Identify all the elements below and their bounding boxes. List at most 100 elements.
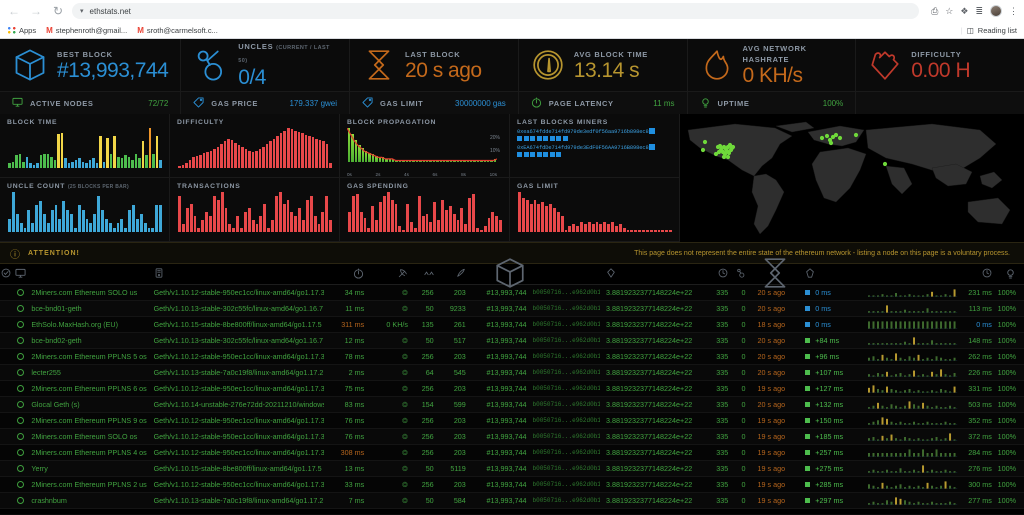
table-row[interactable]: 2Miners.com Ethereum SOLO us Geth/v1.10.1… [0,285,1024,301]
node-propagation-chart [868,416,959,426]
table-row[interactable]: EthSolo.MaxHash.org (EU) Geth/v1.10.15-st… [0,317,1024,333]
bar [11,161,15,168]
bar [487,218,491,232]
extensions-puzzle-icon[interactable]: ❖ [960,6,968,17]
bookmark-gmail-work[interactable]: M sroth@carmelsoft.c... [137,26,218,35]
node-name[interactable]: 2Miners.com Ethereum SOLO os [27,432,153,441]
table-row[interactable]: 2Miners.com Ethereum PPLNS 5 os Geth/v1.1… [0,349,1024,365]
bar [32,164,36,168]
bar [298,208,301,232]
bar [92,158,95,168]
propagation-swatch [805,354,811,359]
table-row[interactable]: Yerry Geth/v1.10.15-stable-8be800ff/linux… [0,461,1024,477]
block-square [556,152,561,157]
bar [135,218,139,232]
table-row[interactable]: bce-bnd02-geth Geth/v1.10.13-stable-302c5… [0,333,1024,349]
table-row[interactable]: 2Miners.com Ethereum PPLNS 9 os Geth/v1.1… [0,413,1024,429]
propagation-sparkline [868,336,959,345]
node-name[interactable]: crashnbum [27,496,153,505]
node-propagation-chart [868,384,959,394]
node-block-hash: b0050716...e962d0b1 [532,321,601,328]
bar [653,229,657,232]
miner-hash[interactable]: 0xEA674fdDe714fd979de3EdF0F56AA9716B898e… [517,144,672,151]
stat-value: 13.14 s [573,58,640,82]
node-propagation: +150 ms [791,416,868,425]
node-latency: 34 ms [344,288,365,297]
bookmark-star-icon[interactable]: ☆ [945,6,953,17]
node-name[interactable]: bce-bnd01-geth [27,304,153,313]
table-row[interactable]: 2Miners.com Ethereum PPLNS 6 os Geth/v1.1… [0,381,1024,397]
node-name[interactable]: 2Miners.com Ethereum PPLNS 9 os [27,416,153,425]
node-name[interactable]: 2Miners.com Ethereum PPLNS 2 us [27,480,153,489]
node-name[interactable]: Glocal Geth (s) [27,400,153,409]
node-block: #13,993,744 [486,352,527,361]
bar [188,160,192,168]
table-row[interactable]: lecter255 Geth/v1.10.13-stable-7a0c19f8/l… [0,365,1024,381]
bar [308,136,311,168]
bookmark-gmail-personal[interactable]: M stephenroth@gmail... [46,26,127,35]
block-square [530,136,535,141]
node-name[interactable]: 2Miners.com Ethereum PPLNS 6 os [27,384,153,393]
bar [258,149,262,168]
node-pending: 203 [453,416,466,425]
reload-icon[interactable]: ↻ [50,3,66,19]
block-square [536,136,542,141]
stat-column-3: AVG BLOCK TIME 13.14 s PAGE LATENCY 11 ms [518,39,688,114]
profile-avatar[interactable] [990,5,1002,17]
reading-list-button[interactable]: | ◫ Reading list [961,26,1017,35]
bar [244,149,248,168]
hashrate-column [374,268,416,280]
table-row[interactable]: 2Miners.com Ethereum SOLO os Geth/v1.10.1… [0,429,1024,445]
chrome-menu-icon[interactable]: ⋮ [1009,6,1018,17]
node-pending: 599 [453,400,466,409]
bar [62,200,66,232]
reading-list-icon[interactable]: ≣ [975,6,983,17]
rocket-icon [456,268,466,280]
node-peers: 256 [421,448,434,457]
chart-title: UNCLE COUNT (25 BLOCKS PER BAR) [7,183,129,190]
node-name[interactable]: lecter255 [27,368,153,377]
back-arrow-icon[interactable]: ← [6,3,22,19]
node-uncles: 0 [741,480,746,489]
bar [649,229,653,232]
node-world-map[interactable] [680,114,1024,242]
table-row[interactable]: 2Miners.com Ethereum PPLNS 4 os Geth/v1.1… [0,445,1024,461]
table-row[interactable]: 2Miners.com Ethereum PPLNS 2 us Geth/v1.1… [0,477,1024,493]
bar [124,227,128,232]
node-pending: 203 [453,352,466,361]
bookmark-apps[interactable]: Apps [7,25,36,35]
forward-arrow-icon[interactable]: → [28,3,44,19]
info-circle-icon: ⓘ [10,249,20,261]
table-row[interactable]: crashnbum Geth/v1.10.13-stable-7a0c19f8/l… [0,493,1024,509]
gmail-icon: M [46,25,53,35]
pin-column [0,268,13,280]
node-name[interactable]: 2Miners.com Ethereum PPLNS 5 os [27,352,153,361]
node-block-hash: b0050716...e962d0b1 [532,289,601,296]
block-square [530,152,535,157]
difficulty-puzzle-icon [868,48,902,82]
propagation-xaxis: 0s 2s 4s 6s 8s 10s [347,172,497,177]
bar [286,128,290,168]
table-row[interactable]: bce-bnd01-geth Geth/v1.10.13-stable-302c5… [0,301,1024,317]
miner-hash[interactable]: 0xea674fdde714fd979de3edf0f56aa9716b898e… [517,128,672,135]
node-pending: 584 [453,496,466,505]
propagation-swatch [805,290,811,295]
node-name[interactable]: EthSolo.MaxHash.org (EU) [27,320,153,329]
node-uncles: 0 [741,368,746,377]
install-app-icon[interactable]: ⎙ [931,6,938,17]
node-name[interactable]: Yerry [27,464,153,473]
peers-icon [424,268,434,280]
node-last-block: 19 s ago [757,416,786,425]
bar [143,223,147,232]
node-blocktime: 335 [716,320,729,329]
bar [213,149,216,168]
bar [421,216,425,232]
gmail-icon: M [137,25,144,35]
node-name[interactable]: 2Miners.com Ethereum PPLNS 4 os [27,448,153,457]
node-name[interactable]: bce-bnd02-geth [27,336,153,345]
table-row[interactable]: Glocal Geth (s) Geth/v1.10.14-unstable-27… [0,397,1024,413]
bar [634,229,638,232]
address-bar[interactable]: ▾ ethstats.net [72,3,920,19]
node-name[interactable]: 2Miners.com Ethereum SOLO us [27,288,153,297]
node-block-hash: b0050716...e962d0b1 [532,369,601,376]
